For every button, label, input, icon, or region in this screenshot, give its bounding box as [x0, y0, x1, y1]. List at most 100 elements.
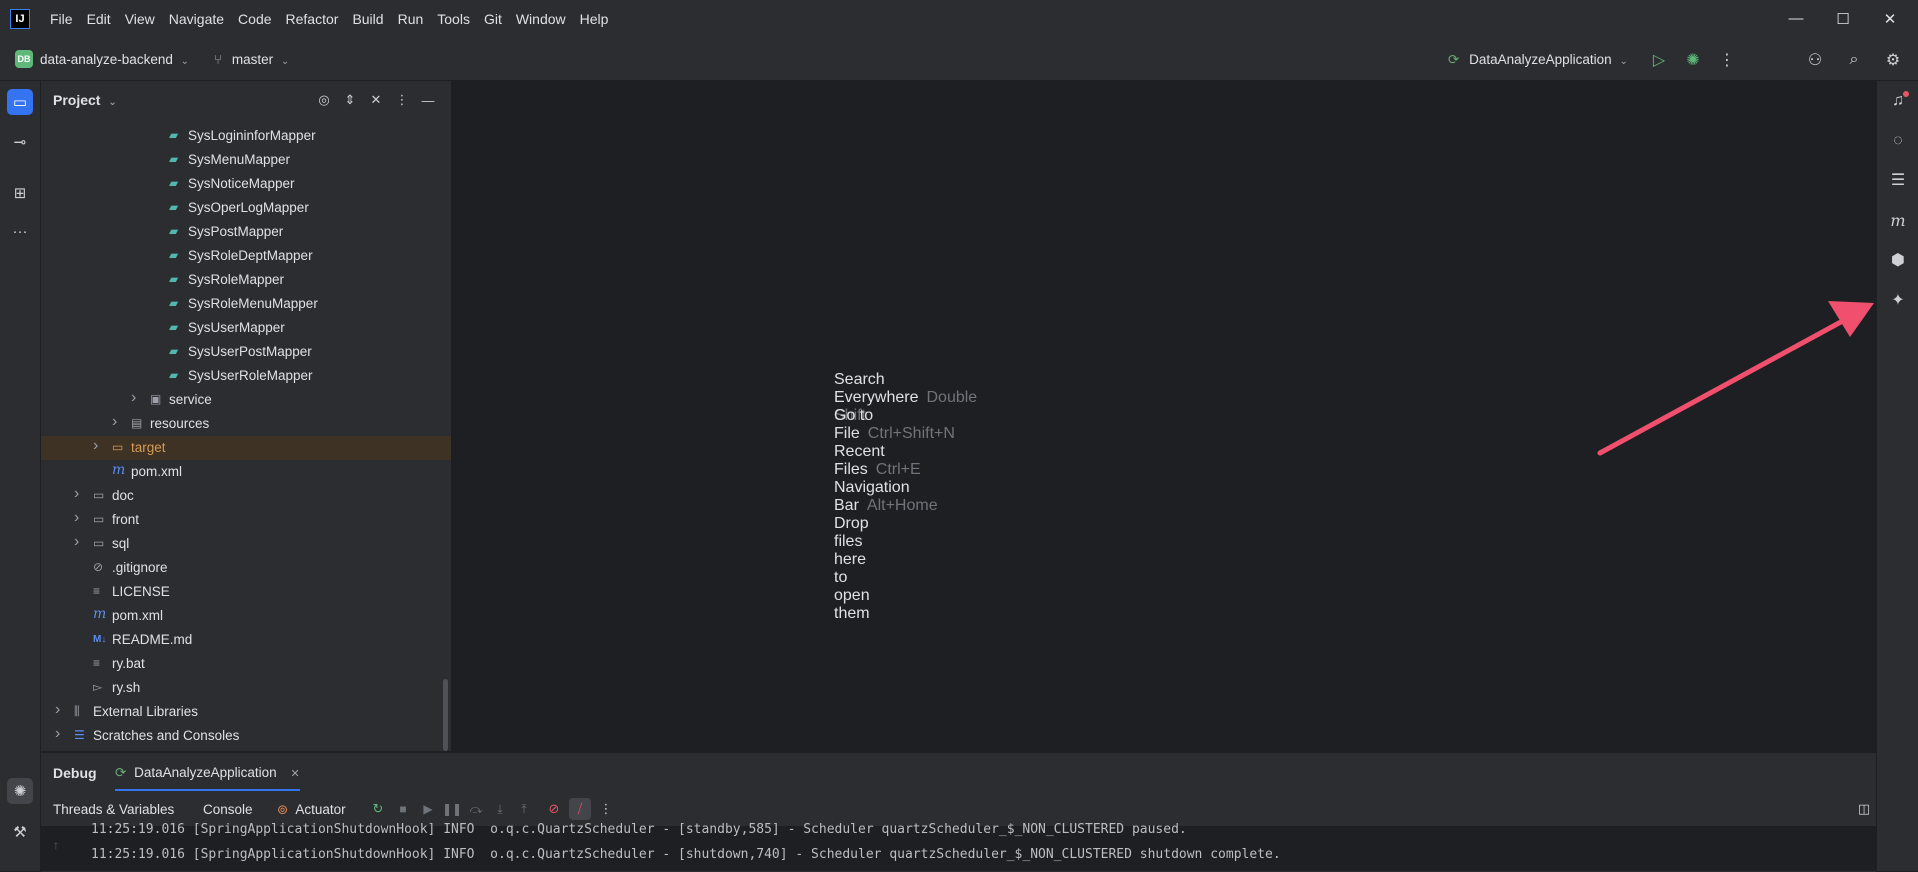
chevron-right-icon[interactable]: › [55, 725, 60, 743]
menu-run[interactable]: Run [398, 11, 424, 27]
menu-tools[interactable]: Tools [437, 11, 470, 27]
chevron-right-icon[interactable]: › [93, 437, 98, 455]
layout-settings-icon[interactable]: ◫ [1853, 798, 1875, 820]
structure-icon[interactable]: ⊞ [7, 180, 33, 206]
tree-item[interactable]: ▰ SysLogininforMapper [41, 124, 451, 148]
debug-session-tab[interactable]: ⟳ DataAnalyzeApplication ✕ [115, 753, 300, 791]
tree-item[interactable]: ▰ SysUserRoleMapper [41, 364, 451, 388]
gradle-elephant-icon[interactable]: ✦ [1885, 287, 1911, 313]
tree-item[interactable]: ▻ ry.sh [41, 676, 451, 700]
menu-edit[interactable]: Edit [87, 11, 111, 27]
step-out-icon[interactable]: ⤒ [513, 798, 535, 820]
debug-more-icon[interactable]: ⋮ [595, 798, 617, 820]
tree-item[interactable]: ▰ SysPostMapper [41, 220, 451, 244]
minimize-button[interactable]: — [1786, 10, 1806, 30]
tree-item[interactable]: › ▤ resources [41, 412, 451, 436]
tree-item[interactable]: ▰ SysRoleDeptMapper [41, 244, 451, 268]
menu-navigate[interactable]: Navigate [169, 11, 224, 27]
menu-git[interactable]: Git [484, 11, 502, 27]
tree-item[interactable]: m pom.xml [41, 460, 451, 484]
chevron-right-icon[interactable]: › [131, 389, 136, 407]
tree-item[interactable]: › ▣ service [41, 388, 451, 412]
chevron-right-icon[interactable]: › [74, 533, 79, 551]
tree-item-label: SysUserRoleMapper [188, 368, 313, 383]
branch-selector[interactable]: ⑂ master ⌄ [214, 52, 289, 67]
panel-options-icon[interactable]: ⋮ [391, 89, 413, 111]
more-icon[interactable]: ⋮ [1716, 49, 1738, 71]
view-breakpoints-icon[interactable]: ⊘ [543, 798, 565, 820]
expand-all-icon[interactable]: ⇕ [339, 89, 361, 111]
debug-icon[interactable]: ✺ [1682, 49, 1704, 71]
resume-icon[interactable]: ▶ [417, 798, 439, 820]
more-tools-icon[interactable]: ··· [7, 218, 33, 244]
project-badge-icon[interactable]: DB [15, 50, 33, 68]
menu-help[interactable]: Help [580, 11, 609, 27]
editor-empty-area[interactable]: Search Everywhere Double Shift Go to File C… [452, 81, 1876, 751]
menu-view[interactable]: View [125, 11, 155, 27]
ai-assistant-icon[interactable]: ◌ [1885, 128, 1911, 154]
tree-item[interactable]: ≡ LICENSE [41, 580, 451, 604]
search-icon[interactable]: ⌕ [1843, 49, 1865, 71]
tree-item[interactable]: ⊘ .gitignore [41, 556, 451, 580]
run-icon[interactable]: ▷ [1648, 49, 1670, 71]
tree-item[interactable]: › ⫼ External Libraries [41, 700, 451, 724]
tree-item[interactable]: M↓ README.md [41, 628, 451, 652]
tab-console[interactable]: Console [203, 802, 253, 817]
build-hammer-icon[interactable]: ⚒ [7, 819, 33, 845]
console-output[interactable]: ↑ 11:25:19.016 [SpringApplicationShutdow… [41, 822, 1876, 871]
tab-threads-variables[interactable]: Threads & Variables [53, 802, 174, 817]
menu-file[interactable]: File [50, 11, 73, 27]
database-icon[interactable]: ☰ [1885, 167, 1911, 193]
add-user-icon[interactable]: ⚇ [1804, 49, 1826, 71]
tree-item[interactable]: ▰ SysRoleMenuMapper [41, 292, 451, 316]
close-window-button[interactable]: ✕ [1880, 10, 1900, 30]
tree-item[interactable]: ▰ SysRoleMapper [41, 268, 451, 292]
resources-folder-icon: ▤ [131, 416, 143, 430]
menu-build[interactable]: Build [352, 11, 383, 27]
rerun-icon[interactable]: ↻ [367, 798, 389, 820]
tree-item[interactable]: › ▭ sql [41, 532, 451, 556]
tree-item[interactable]: ▰ SysOperLogMapper [41, 196, 451, 220]
project-panel-title[interactable]: Project ⌄ [53, 92, 117, 108]
pause-icon[interactable]: ❚❚ [441, 798, 463, 820]
editor-hint-shortcut: Ctrl+E [875, 461, 921, 478]
tree-item[interactable]: m pom.xml [41, 604, 451, 628]
stop-icon[interactable]: ■ [392, 798, 414, 820]
step-into-icon[interactable]: ⤓ [489, 798, 511, 820]
chevron-right-icon[interactable]: › [74, 509, 79, 527]
tree-item[interactable]: › ▭ doc [41, 484, 451, 508]
collapse-all-icon[interactable]: ✕ [365, 89, 387, 111]
scroll-up-icon[interactable]: ↑ [53, 838, 59, 852]
tree-item[interactable]: › ▭ target [41, 436, 451, 460]
close-tab-icon[interactable]: ✕ [290, 768, 299, 780]
tree-item[interactable]: › ▭ front [41, 508, 451, 532]
tree-item[interactable]: ≡ ry.bat [41, 652, 451, 676]
menu-code[interactable]: Code [238, 11, 271, 27]
step-over-icon[interactable]: ⤼ [465, 798, 487, 820]
tree-item[interactable]: ▰ SysUserMapper [41, 316, 451, 340]
menu-window[interactable]: Window [516, 11, 566, 27]
project-folder-icon[interactable]: ▭ [7, 89, 33, 115]
locate-file-icon[interactable]: ◎ [313, 89, 335, 111]
tree-item[interactable]: ▰ SysMenuMapper [41, 148, 451, 172]
settings-icon[interactable]: ⚙ [1882, 49, 1904, 71]
plugin-cube-icon[interactable]: ⬢ [1885, 247, 1911, 273]
debug-tool-icon[interactable]: ✺ [7, 778, 33, 804]
commit-icon[interactable]: ⊸ [7, 129, 33, 155]
tree-item[interactable]: ▰ SysNoticeMapper [41, 172, 451, 196]
maximize-button[interactable]: ☐ [1833, 10, 1853, 30]
maven-icon[interactable]: m [1885, 207, 1911, 233]
run-config-selector[interactable]: ⟳ DataAnalyzeApplication ⌄ [1448, 52, 1628, 68]
tree-item[interactable]: ▰ SysUserPostMapper [41, 340, 451, 364]
tab-actuator[interactable]: ⊚ Actuator [277, 802, 346, 818]
chevron-right-icon[interactable]: › [74, 485, 79, 503]
tree-scrollbar[interactable] [443, 679, 448, 751]
intellij-logo-icon[interactable]: IJ [10, 9, 30, 29]
tree-item[interactable]: › ☰ Scratches and Consoles [41, 724, 451, 748]
chevron-right-icon[interactable]: › [112, 413, 117, 431]
menu-refactor[interactable]: Refactor [286, 11, 339, 27]
project-selector[interactable]: data-analyze-backend ⌄ [40, 52, 189, 67]
chevron-right-icon[interactable]: › [55, 701, 60, 719]
hide-panel-icon[interactable]: — [417, 89, 439, 111]
mute-breakpoints-icon[interactable]: ⧸ [569, 798, 591, 820]
